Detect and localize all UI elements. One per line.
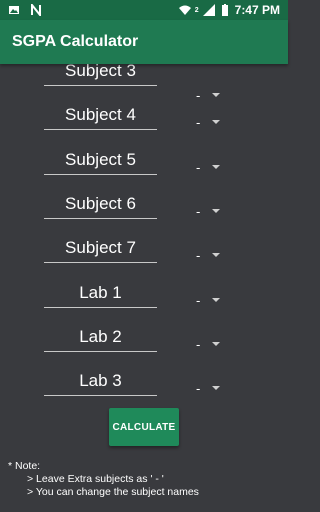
dropdown-caret-icon: [212, 298, 221, 302]
subject-row: Lab 3 -: [0, 366, 288, 410]
image-icon: [9, 6, 19, 14]
grade-dropdown[interactable]: -: [190, 376, 232, 400]
subject-row: Subject 6 -: [0, 189, 288, 233]
grade-value: -: [196, 380, 201, 396]
subject-name-field[interactable]: Lab 2: [44, 322, 157, 352]
signal-icon: [202, 4, 215, 16]
calculate-button[interactable]: CALCULATE: [109, 408, 179, 446]
dropdown-caret-icon: [212, 253, 221, 257]
battery-icon: [221, 4, 228, 16]
app-title: SGPA Calculator: [12, 33, 139, 50]
n-icon: [31, 4, 41, 16]
note-heading: * Note:: [8, 460, 41, 472]
subject-name-field[interactable]: Subject 5: [44, 145, 157, 175]
grade-value: -: [196, 292, 201, 308]
grade-value: -: [196, 203, 201, 219]
subject-name-field[interactable]: Subject 6: [44, 189, 157, 219]
subject-row: Lab 1 -: [0, 278, 288, 322]
dropdown-caret-icon: [212, 120, 221, 124]
grade-dropdown[interactable]: -: [190, 288, 232, 312]
dropdown-caret-icon: [212, 386, 221, 390]
status-time: 7:47 PM: [234, 3, 280, 17]
grade-dropdown[interactable]: -: [190, 110, 232, 134]
grade-dropdown[interactable]: -: [190, 199, 232, 223]
signal-label: 2: [194, 6, 199, 14]
grade-dropdown[interactable]: -: [190, 155, 232, 179]
note-line: > Leave Extra subjects as ' - ': [27, 473, 164, 485]
subject-name-field[interactable]: Subject 7: [44, 233, 157, 263]
grade-dropdown[interactable]: -: [190, 243, 232, 267]
grade-value: -: [196, 114, 201, 130]
subject-row: Subject 5 -: [0, 145, 288, 189]
subject-row: Lab 2 -: [0, 322, 288, 366]
wifi-icon: [178, 5, 191, 15]
grade-dropdown[interactable]: -: [190, 332, 232, 356]
note-text: * Note: > Leave Extra subjects as ' - ' …: [8, 460, 199, 499]
status-bar: 2 7:47 PM: [0, 0, 288, 20]
dropdown-caret-icon: [212, 93, 221, 97]
dropdown-caret-icon: [212, 165, 221, 169]
subject-row: Subject 7 -: [0, 233, 288, 277]
subject-name-field[interactable]: Lab 1: [44, 278, 157, 308]
subject-row: Subject 3 -: [0, 64, 288, 103]
subject-name-field[interactable]: Lab 3: [44, 366, 157, 396]
subject-name-field[interactable]: Subject 3: [44, 64, 157, 86]
grade-value: -: [196, 247, 201, 263]
dropdown-caret-icon: [212, 342, 221, 346]
subject-name-field[interactable]: Subject 4: [44, 100, 157, 130]
grade-value: -: [196, 159, 201, 175]
note-line: > You can change the subject names: [27, 486, 199, 498]
subject-row: Subject 4 -: [0, 100, 288, 144]
app-bar: SGPA Calculator: [0, 20, 288, 64]
grade-value: -: [196, 336, 201, 352]
dropdown-caret-icon: [212, 209, 221, 213]
subjects-list[interactable]: Subject 3 - Subject 4 - Subject 5 - Subj…: [0, 64, 288, 512]
